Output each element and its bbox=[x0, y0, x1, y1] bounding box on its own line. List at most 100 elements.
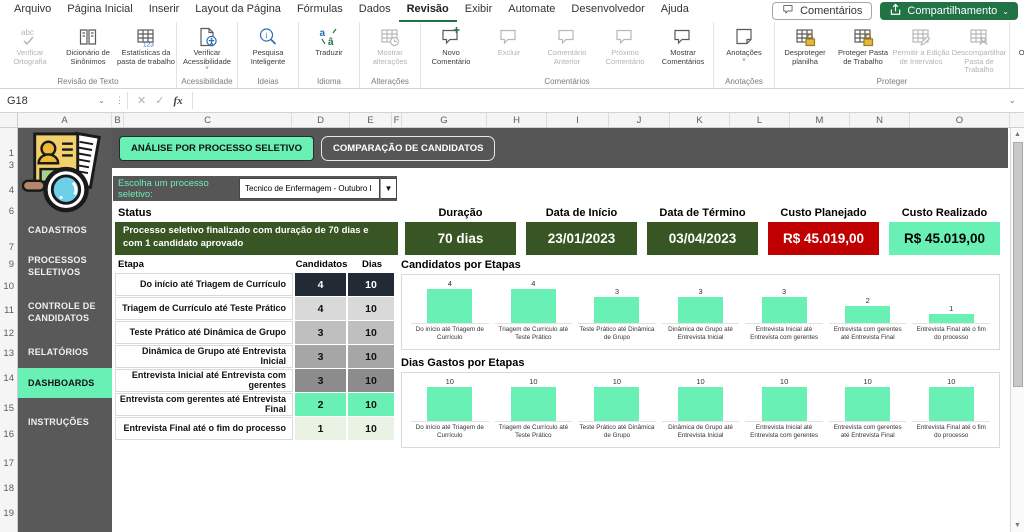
stage-label: Entrevista Inicial até Entrevista com ge… bbox=[115, 369, 293, 392]
menubar: ArquivoPágina InicialInserirLayout da Pá… bbox=[0, 0, 1024, 22]
row-header-15[interactable]: 15 bbox=[3, 403, 14, 414]
name-box-splitter[interactable]: ⋮ bbox=[112, 89, 127, 112]
show-comments-icon bbox=[672, 25, 694, 49]
ribbon-group-proteger: Desproteger planilhaProteger Pasta de Tr… bbox=[775, 22, 1010, 88]
stage-days-value: 10 bbox=[348, 273, 394, 296]
formula-bar-expand-icon[interactable]: ⌄ bbox=[1000, 89, 1024, 112]
sidebar-item-instruções[interactable]: INSTRUÇÕES bbox=[18, 416, 112, 428]
ribbon-button-mostrar-comentários[interactable]: Mostrar Comentários bbox=[654, 23, 712, 66]
stages-table: EtapaCandidatosDiasDo início até Triagem… bbox=[115, 259, 396, 441]
menubar-right: Comentários Compartilhamento ⌄ bbox=[772, 0, 1024, 22]
scroll-up-icon[interactable]: ▲ bbox=[1011, 128, 1024, 141]
dropdown-arrow-icon[interactable]: ▼ bbox=[380, 178, 397, 199]
metric-custo-planejado: Custo PlanejadoR$ 45.019,00 bbox=[768, 207, 879, 255]
ribbon-button-anotações[interactable]: Anotações˅ bbox=[715, 23, 773, 65]
svg-text:i: i bbox=[265, 31, 268, 40]
menu-tab-exibir[interactable]: Exibir bbox=[457, 0, 501, 22]
sidebar-item-processos-seletivos[interactable]: PROCESSOS SELETIVOS bbox=[18, 254, 112, 278]
category-label: Entrevista Final até o fim do processo bbox=[912, 422, 990, 440]
menu-tab-inserir[interactable]: Inserir bbox=[141, 0, 188, 22]
view-tab-analise-por-processo-seletivo[interactable]: ANÁLISE POR PROCESSO SELETIVO bbox=[119, 136, 314, 161]
column-header-H[interactable]: H bbox=[487, 113, 547, 127]
row-header-17[interactable]: 17 bbox=[3, 458, 14, 469]
row-header-16[interactable]: 16 bbox=[3, 429, 14, 440]
ribbon-button-dicionário-de-sinônimos[interactable]: Dicionário de Sinônimos bbox=[59, 23, 117, 66]
sidebar-item-dashboards[interactable]: DASHBOARDS bbox=[18, 368, 112, 398]
column-header-M[interactable]: M bbox=[790, 113, 850, 127]
name-box[interactable]: G18 ⌄ bbox=[0, 89, 112, 112]
column-header-K[interactable]: K bbox=[670, 113, 730, 127]
ribbon-button-traduzir[interactable]: aâTraduzir bbox=[300, 23, 358, 58]
row-header-14[interactable]: 14 bbox=[3, 373, 14, 384]
column-header-G[interactable]: G bbox=[402, 113, 487, 127]
view-tab-comparacao-de-candidatos[interactable]: COMPARAÇÃO DE CANDIDATOS bbox=[321, 136, 495, 161]
ribbon-button-excluir: Excluir bbox=[480, 23, 538, 58]
ribbon-button-desproteger-planilha[interactable]: Desproteger planilha bbox=[776, 23, 834, 66]
menu-tab-automate[interactable]: Automate bbox=[500, 0, 563, 22]
column-header-J[interactable]: J bbox=[609, 113, 670, 127]
dashboard-header-band: ANÁLISE POR PROCESSO SELETIVO COMPARAÇÃO … bbox=[112, 128, 1008, 168]
column-header-C[interactable]: C bbox=[124, 113, 292, 127]
row-header-6[interactable]: 6 bbox=[9, 206, 14, 217]
sidebar-item-cadastros[interactable]: CADASTROS bbox=[18, 224, 112, 236]
menu-tab-página-inicial[interactable]: Página Inicial bbox=[59, 0, 140, 22]
row-header-4[interactable]: 4 bbox=[9, 185, 14, 196]
column-header-N[interactable]: N bbox=[850, 113, 910, 127]
row-header-12[interactable]: 12 bbox=[3, 328, 14, 339]
ribbon-button-pesquisa-inteligente[interactable]: iPesquisa Inteligente bbox=[239, 23, 297, 66]
stage-candidates-value: 2 bbox=[295, 393, 346, 416]
sidebar-item-controle-de-candidatos[interactable]: CONTROLE DE CANDIDATOS bbox=[18, 300, 112, 324]
ribbon-button-ocultar-tinta[interactable]: Ocultar Tinta˅ bbox=[1011, 23, 1024, 65]
scroll-down-icon[interactable]: ▼ bbox=[1011, 519, 1024, 532]
column-header-O[interactable]: O bbox=[910, 113, 1010, 127]
menu-tab-fórmulas[interactable]: Fórmulas bbox=[289, 0, 351, 22]
ribbon-button-novo-comentário[interactable]: Novo Comentário bbox=[422, 23, 480, 66]
chart-title: Dias Gastos por Etapas bbox=[401, 357, 1000, 372]
bar bbox=[929, 387, 974, 421]
scrollbar-thumb[interactable] bbox=[1013, 142, 1023, 387]
row-header-9[interactable]: 9 bbox=[9, 259, 14, 270]
data-label: 10 bbox=[613, 377, 621, 386]
metric-label: Data de Início bbox=[526, 207, 637, 222]
column-header-B[interactable]: B bbox=[112, 113, 124, 127]
data-label: 10 bbox=[864, 377, 872, 386]
menu-tab-layout-da-página[interactable]: Layout da Página bbox=[187, 0, 289, 22]
sidebar-item-relatórios[interactable]: RELATÓRIOS bbox=[18, 346, 112, 358]
comments-button[interactable]: Comentários bbox=[772, 2, 872, 20]
row-header-19[interactable]: 19 bbox=[3, 508, 14, 519]
vertical-scrollbar[interactable]: ▲ ▼ bbox=[1010, 128, 1024, 532]
svg-text:abc: abc bbox=[21, 28, 34, 37]
row-header-1[interactable]: 1 bbox=[9, 148, 14, 159]
row-header-11[interactable]: 11 bbox=[4, 305, 14, 316]
column-header-I[interactable]: I bbox=[547, 113, 609, 127]
column-header-E[interactable]: E bbox=[350, 113, 392, 127]
stage-candidates-value: 3 bbox=[295, 321, 346, 344]
row-header-13[interactable]: 13 bbox=[3, 348, 14, 359]
ribbon-button-label: Proteger Pasta de Trabalho bbox=[834, 49, 892, 66]
menu-tab-dados[interactable]: Dados bbox=[351, 0, 399, 22]
row-header-10[interactable]: 10 bbox=[3, 281, 14, 292]
select-all-corner[interactable] bbox=[0, 113, 18, 127]
stage-days-value: 10 bbox=[348, 393, 394, 416]
row-header-18[interactable]: 18 bbox=[3, 483, 14, 494]
ribbon-button-proteger-pasta-de-trabalho[interactable]: Proteger Pasta de Trabalho bbox=[834, 23, 892, 66]
menu-tab-revisão[interactable]: Revisão bbox=[399, 0, 457, 22]
note-icon bbox=[733, 25, 755, 49]
process-selector-value[interactable]: Tecnico de Enfermagem - Outubro I bbox=[239, 178, 380, 199]
formula-input[interactable] bbox=[193, 89, 1001, 112]
menu-tab-arquivo[interactable]: Arquivo bbox=[6, 0, 59, 22]
share-button[interactable]: Compartilhamento ⌄ bbox=[880, 2, 1018, 20]
metric-label: Custo Planejado bbox=[768, 207, 879, 222]
fx-icon[interactable]: fx bbox=[173, 95, 182, 107]
ribbon-button-estatísticas-da-pasta-de-trabalho[interactable]: 123Estatísticas da pasta de trabalho bbox=[117, 23, 175, 66]
menu-tab-ajuda[interactable]: Ajuda bbox=[653, 0, 697, 22]
row-header-3[interactable]: 3 bbox=[9, 160, 14, 171]
column-header-A[interactable]: A bbox=[18, 113, 112, 127]
ribbon-button-verificar-acessibilidade[interactable]: Verificar Acessibilidade˅ bbox=[178, 23, 236, 73]
column-header-F[interactable]: F bbox=[392, 113, 402, 127]
menu-tab-desenvolvedor[interactable]: Desenvolvedor bbox=[563, 0, 652, 22]
row-header-7[interactable]: 7 bbox=[9, 242, 14, 253]
column-header-D[interactable]: D bbox=[292, 113, 350, 127]
column-header-L[interactable]: L bbox=[730, 113, 790, 127]
column-headers: ABCDEFGHIJKLMNO bbox=[0, 113, 1024, 128]
